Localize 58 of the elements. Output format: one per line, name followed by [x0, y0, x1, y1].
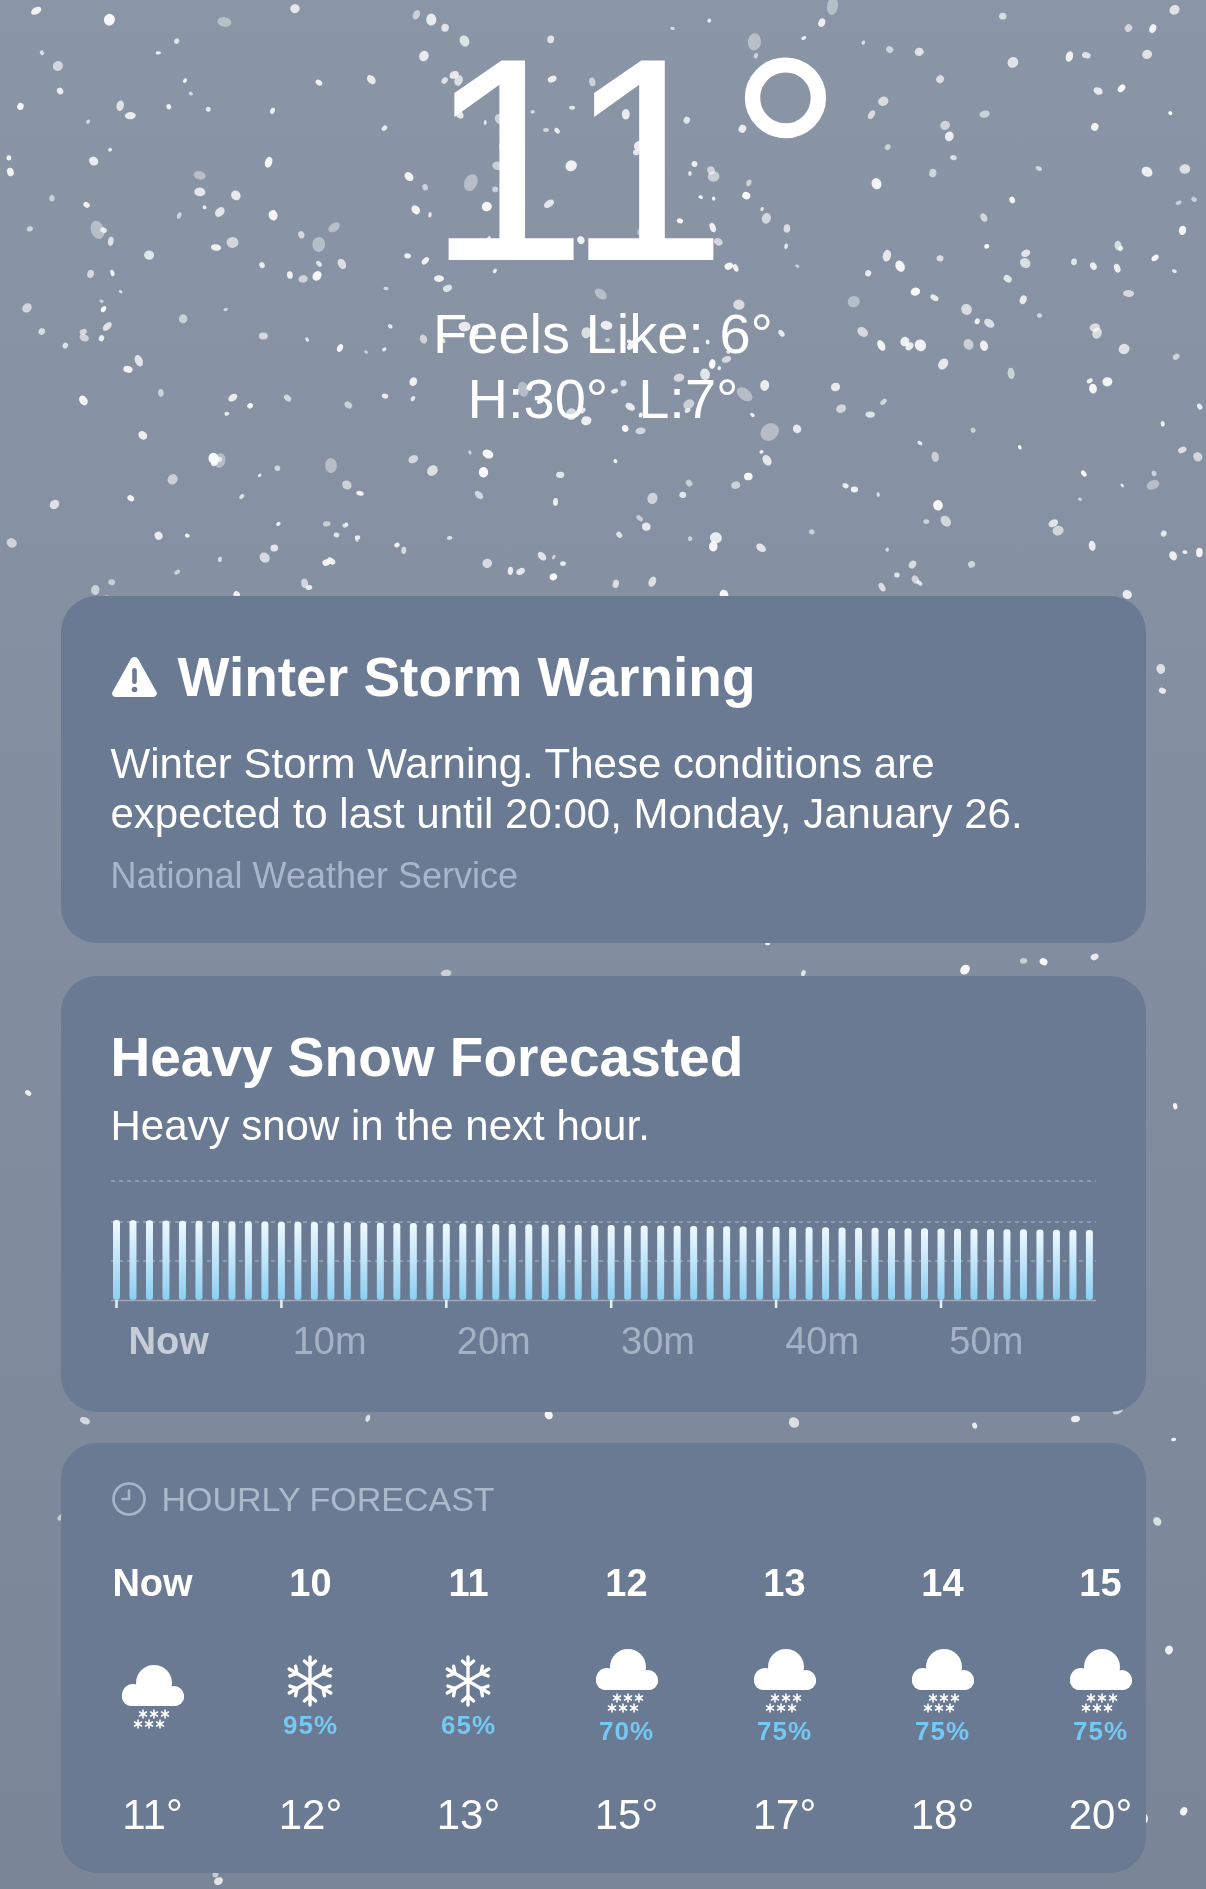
hour-temperature: 15° [594, 1791, 659, 1839]
hour-temperature: 18° [910, 1791, 975, 1839]
precipitation-chance: 65% [440, 1710, 496, 1740]
precipitation-bar [1068, 1229, 1076, 1300]
precipitation-bar [904, 1228, 911, 1300]
snow-cloud-icon [594, 1648, 659, 1714]
weather-alert-card[interactable]: Winter Storm Warning Winter Storm Warning. These conditions are expected to last until 20:00, Monday, January 26. National Weather Service [60, 596, 1146, 943]
time-axis-label: 30m [621, 1320, 695, 1362]
time-axis-label: 40m [785, 1320, 860, 1362]
precipitation-chance: 75% [914, 1716, 970, 1746]
precipitation-bar [953, 1228, 961, 1300]
alert-source: National Weather Service [110, 854, 520, 898]
hour-label: 14 [921, 1561, 964, 1605]
snow-cloud-icon [120, 1664, 185, 1730]
hourly-forecast-header: HOURLY FORECAST [161, 1479, 495, 1519]
snow-cloud-icon [1068, 1648, 1133, 1714]
precipitation-chance: 70% [598, 1716, 654, 1746]
clock-icon [111, 1482, 146, 1516]
hourly-forecast-card[interactable]: HOURLY FORECAST Now 11° 10 95% 12° 11 65% 13° 12 70% 15° 13 75% 17° 14 75% 18° 15 75% 20° [60, 1443, 1146, 1873]
precipitation-bar [1052, 1229, 1060, 1300]
hour-label: 11 [448, 1561, 489, 1605]
hour-temperature: 12° [278, 1791, 343, 1839]
precipitation-bar [986, 1229, 994, 1300]
hour-temperature: 17° [752, 1791, 817, 1839]
precipitation-card[interactable]: Heavy Snow Forecasted Heavy snow in the next hour. Now 10m 20m 30m 40m 50m [60, 976, 1146, 1412]
hour-label: Now [112, 1561, 193, 1605]
precipitation-bar [1085, 1230, 1093, 1300]
time-axis-label: 20m [456, 1320, 531, 1362]
precipitation-title: Heavy Snow Forecasted [110, 1025, 745, 1089]
time-axis-label: Now [128, 1320, 209, 1362]
precipitation-bar [937, 1228, 944, 1300]
time-axis-label: 10m [292, 1320, 367, 1362]
precipitation-bar [970, 1228, 977, 1300]
precipitation-bar [1019, 1229, 1027, 1300]
hour-label: 12 [605, 1561, 648, 1605]
hour-temperature: 13° [436, 1791, 501, 1839]
precipitation-chance: 95% [282, 1710, 338, 1740]
hour-label: 10 [289, 1561, 332, 1605]
hour-label: 15 [1079, 1561, 1122, 1605]
precipitation-summary: Heavy snow in the next hour. [110, 1101, 651, 1151]
warning-icon [110, 656, 158, 698]
hour-temperature: 11° [122, 1791, 183, 1839]
snow-cloud-icon [752, 1648, 817, 1714]
alert-title: Winter Storm Warning [177, 645, 756, 709]
time-axis-label: 50m [949, 1320, 1024, 1362]
hour-temperature: 20° [1068, 1791, 1133, 1839]
precipitation-chance: 75% [756, 1716, 812, 1746]
snow-cloud-icon [910, 1648, 975, 1714]
feels-like-text: Feels Like: 6° [433, 304, 773, 364]
high-temperature: H:30° [467, 367, 609, 431]
hour-label: 13 [763, 1561, 806, 1605]
precipitation-chance: 75% [1072, 1716, 1128, 1746]
precipitation-bar [1002, 1229, 1010, 1300]
alert-description: Winter Storm Warning. These conditions are expected to last until 20:00, Monday, January 26. [110, 739, 1024, 839]
low-temperature: L:7° [638, 367, 739, 431]
current-temperature: 11° [426, 14, 844, 304]
precipitation-bar [1035, 1229, 1043, 1300]
precipitation-bar [920, 1228, 928, 1300]
